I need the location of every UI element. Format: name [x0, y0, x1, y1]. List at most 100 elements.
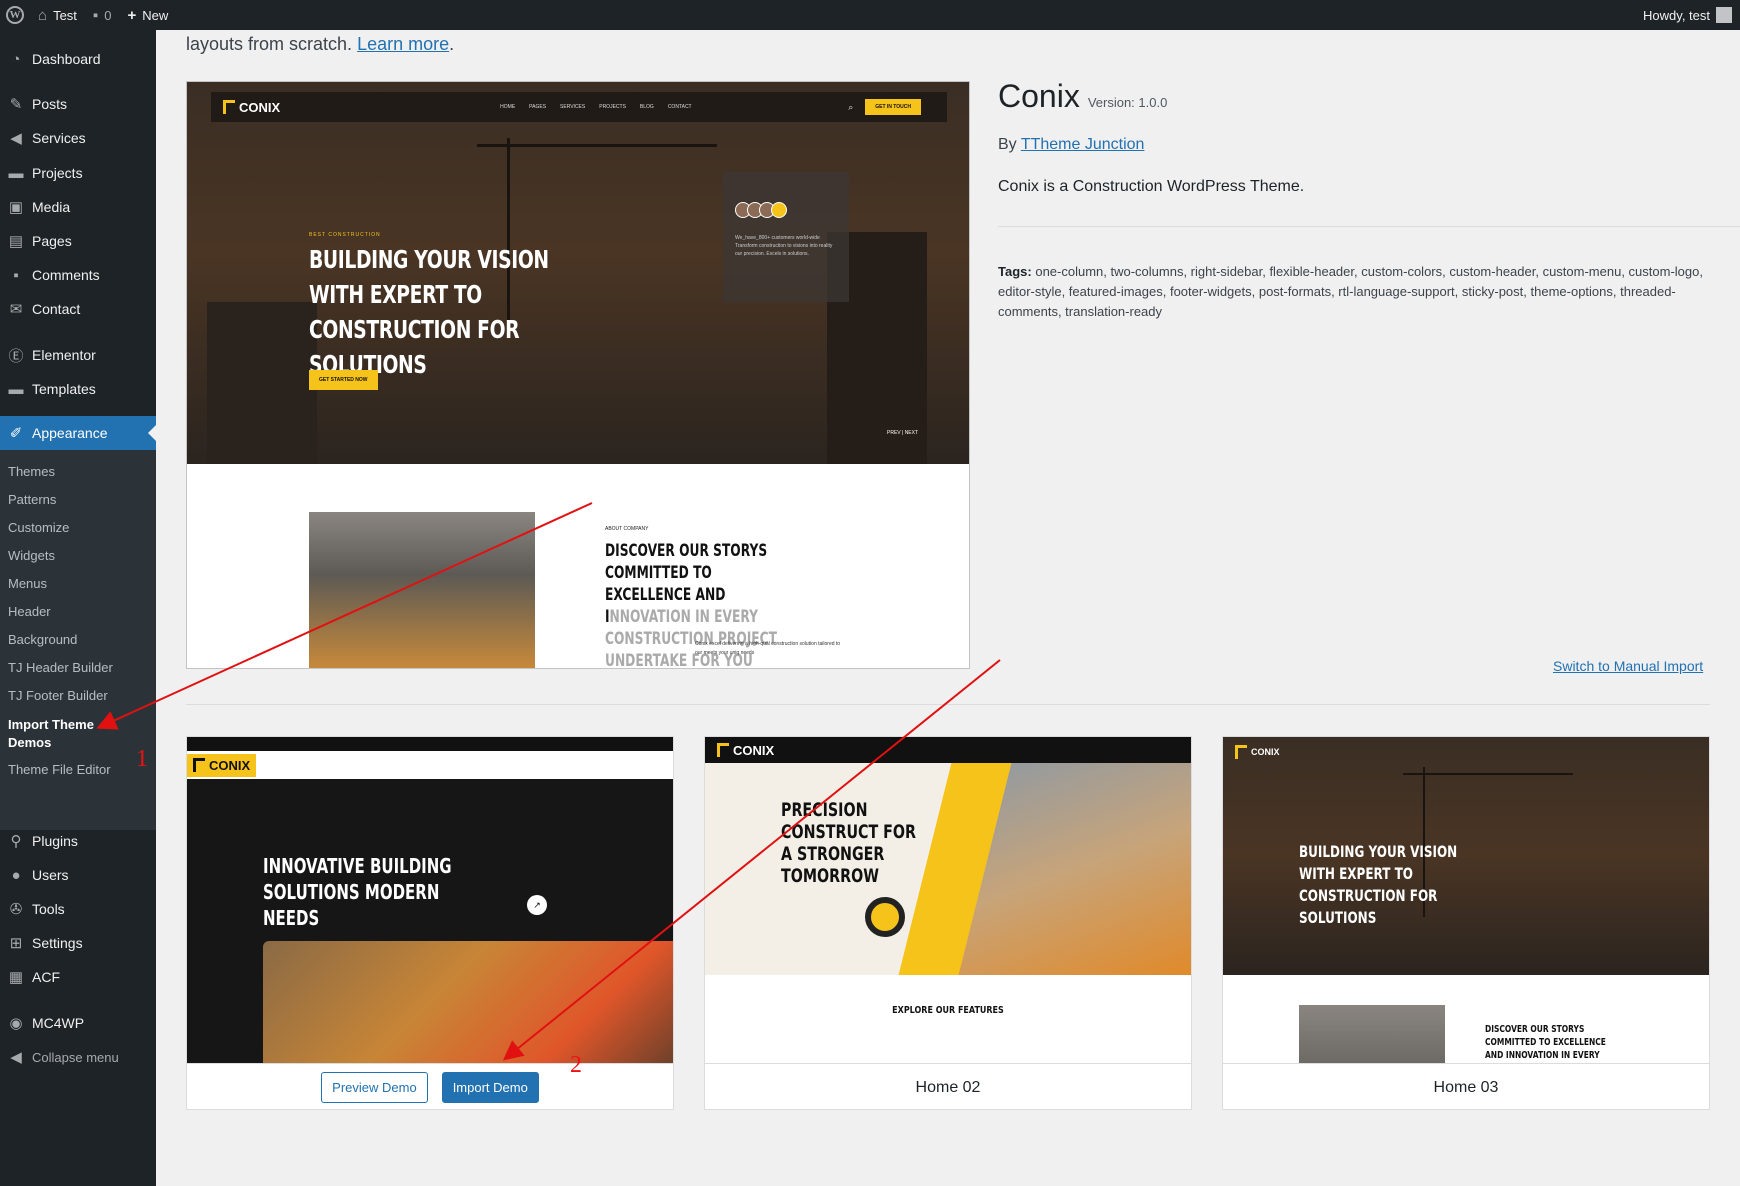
hero-button: GET STARTED NOW — [309, 370, 378, 390]
menu-templates[interactable]: ▬ Templates — [0, 372, 156, 406]
play-icon — [865, 897, 905, 937]
submenu-widgets[interactable]: Widgets — [8, 548, 55, 563]
conix-logo: CONIX — [223, 100, 280, 115]
theme-screenshot: CONIX HOME PAGES SERVICES PROJECTS BLOG … — [186, 81, 970, 669]
menu-media[interactable]: ▣ Media — [0, 190, 156, 224]
submenu-import-theme-demos[interactable]: Import Theme Demos — [8, 716, 108, 752]
submenu-themes[interactable]: Themes — [8, 464, 55, 479]
annotation-number-1: 1 — [136, 746, 148, 772]
brush-icon: ✐ — [9, 425, 23, 442]
account-menu[interactable]: Howdy, test — [1643, 7, 1740, 23]
menu-posts[interactable]: ✎ Posts — [0, 87, 156, 121]
menu-acf[interactable]: ▦ ACF — [0, 960, 156, 994]
comment-icon: ▪ — [92, 6, 99, 24]
home-icon: ⌂ — [38, 6, 48, 24]
menu-comments[interactable]: ▪ Comments — [0, 258, 156, 292]
collapse-menu-button[interactable]: ◀ Collapse menu — [0, 1040, 156, 1074]
demo-title: PRECISION CONSTRUCT FOR A STRONGER TOMOR… — [781, 799, 916, 887]
menu-tools[interactable]: ✇ Tools — [0, 892, 156, 926]
admin-sidebar: ◔ Dashboard ✎ Posts ◀ Services ▬ Projects ▣ M… — [0, 30, 156, 1186]
comments-count: 0 — [104, 7, 112, 23]
submenu-background[interactable]: Background — [8, 632, 77, 647]
submenu-customize[interactable]: Customize — [8, 520, 69, 535]
screenshot-nav-links: HOME PAGES SERVICES PROJECTS BLOG CONTAC… — [500, 104, 692, 110]
demo-thumbnail: CONIX INNOVATIVE BUILDING SOLUTIONS MODE… — [187, 737, 673, 1063]
elementor-icon: Ⓔ — [8, 347, 24, 365]
menu-appearance[interactable]: ✐ Appearance — [0, 416, 156, 450]
theme-tags: Tags: one-column, two-columns, right-sid… — [998, 264, 1703, 319]
demo-card-home-02: CONIX PRECISION CONSTRUCT FOR A STRONGER… — [704, 736, 1192, 1110]
megaphone-icon: ◀ — [10, 130, 22, 147]
hero-title: BUILDING YOUR VISION WITH EXPERT TO CONS… — [309, 245, 549, 379]
demo-name: Home 03 — [1223, 1063, 1709, 1109]
main-content: layouts from scratch. Learn more. CONIX … — [156, 30, 1740, 1186]
screenshot-about: ABOUT COMPANY DISCOVER OUR STORYS COMMIT… — [187, 464, 969, 668]
theme-description: Conix is a Construction WordPress Theme. — [998, 178, 1305, 195]
folder-icon: ▬ — [8, 380, 24, 398]
preview-demo-button[interactable]: Preview Demo — [321, 1072, 428, 1103]
menu-dashboard[interactable]: ◔ Dashboard — [0, 42, 156, 76]
new-content-link[interactable]: + New — [119, 0, 176, 30]
page-icon: ▤ — [8, 233, 24, 250]
hero-prev-next: PREV | NEXT — [887, 430, 919, 436]
menu-contact[interactable]: ✉ Contact — [0, 292, 156, 326]
menu-users[interactable]: ● Users — [0, 858, 156, 892]
demo-title: INNOVATIVE BUILDING SOLUTIONS MODERN NEE… — [263, 854, 452, 930]
hero-tag: BEST CONSTRUCTION — [309, 232, 381, 238]
collapse-icon: ◀ — [10, 1049, 22, 1066]
divider — [998, 226, 1740, 227]
divider — [186, 704, 1710, 705]
submenu-header[interactable]: Header — [8, 604, 51, 619]
theme-name: Conix Version: 1.0.0 — [998, 78, 1168, 114]
site-name-link[interactable]: ⌂ Test — [30, 0, 85, 30]
menu-plugins[interactable]: ⚲ Plugins — [0, 824, 156, 858]
demo-actions: Preview Demo Import Demo — [187, 1063, 673, 1109]
wordpress-logo-icon[interactable]: W — [0, 0, 30, 30]
grid-icon: ▦ — [8, 969, 24, 986]
admin-bar: W ⌂ Test ▪ 0 + New Howdy, test — [0, 0, 1740, 30]
demo-name: Home 02 — [705, 1063, 1191, 1109]
search-icon: ⌕ — [848, 101, 854, 112]
avatar — [1716, 7, 1732, 23]
menu-mc4wp[interactable]: ◉ MC4WP — [0, 1006, 156, 1040]
workers-photo — [263, 941, 673, 1063]
mc4wp-icon: ◉ — [9, 1015, 23, 1032]
wrench-icon: ✇ — [9, 901, 23, 918]
menu-projects[interactable]: ▬ Projects — [0, 156, 156, 190]
comments-link[interactable]: ▪ 0 — [85, 0, 120, 30]
arrow-icon: ↗ — [527, 895, 547, 915]
submenu-menus[interactable]: Menus — [8, 576, 47, 591]
switch-to-manual-import-link[interactable]: Switch to Manual Import — [1553, 658, 1703, 674]
workers-photo — [1299, 1005, 1445, 1063]
menu-pages[interactable]: ▤ Pages — [0, 224, 156, 258]
workers-photo — [309, 512, 535, 668]
theme-author: By TTheme Junction — [998, 136, 1145, 153]
demo-card-home-03: CONIX BUILDING YOUR VISION WITH EXPERT T… — [1222, 736, 1710, 1110]
menu-settings[interactable]: ⊞ Settings — [0, 926, 156, 960]
user-icon: ● — [11, 866, 21, 884]
features-heading: EXPLORE OUR FEATURES — [892, 1005, 1004, 1016]
menu-services[interactable]: ◀ Services — [0, 121, 156, 155]
submenu-tj-footer-builder[interactable]: TJ Footer Builder — [8, 688, 108, 703]
media-icon: ▣ — [8, 199, 24, 216]
submenu-tj-header-builder[interactable]: TJ Header Builder — [8, 660, 113, 675]
intro-text: layouts from scratch. Learn more. — [186, 34, 455, 54]
import-demo-button[interactable]: Import Demo — [441, 1072, 539, 1103]
howdy-text: Howdy, test — [1643, 7, 1710, 23]
demo-title: BUILDING YOUR VISION WITH EXPERT TO CONS… — [1299, 842, 1458, 927]
submenu-theme-file-editor[interactable]: Theme File Editor — [8, 762, 111, 777]
mail-icon: ✉ — [9, 301, 23, 318]
demo-thumbnail: CONIX BUILDING YOUR VISION WITH EXPERT T… — [1223, 737, 1709, 1063]
folder-icon: ▬ — [8, 164, 24, 182]
screenshot-nav: CONIX HOME PAGES SERVICES PROJECTS BLOG … — [211, 92, 947, 122]
comment-icon: ▪ — [13, 266, 19, 284]
learn-more-link[interactable]: Learn more — [357, 34, 449, 54]
appearance-submenu: Themes Patterns Customize Widgets Menus … — [0, 450, 156, 830]
annotation-number-2: 2 — [570, 1052, 582, 1078]
building-decoration — [207, 302, 317, 464]
submenu-patterns[interactable]: Patterns — [8, 492, 56, 507]
menu-elementor[interactable]: Ⓔ Elementor — [0, 338, 156, 372]
demo-thumbnail: CONIX PRECISION CONSTRUCT FOR A STRONGER… — [705, 737, 1191, 1063]
dashboard-icon: ◔ — [11, 50, 21, 68]
author-link[interactable]: TTheme Junction — [1021, 136, 1145, 153]
